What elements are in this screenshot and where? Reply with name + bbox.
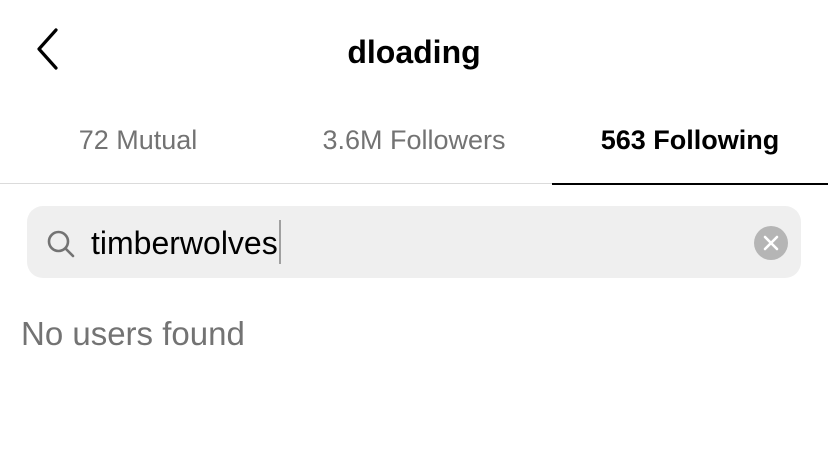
tab-followers[interactable]: 3.6M Followers (276, 112, 552, 184)
clear-search-button[interactable] (754, 226, 788, 260)
follow-tabs: 72 Mutual 3.6M Followers 563 Following (0, 112, 828, 185)
tab-mutual[interactable]: 72 Mutual (0, 112, 276, 184)
page-title: dloading (347, 34, 481, 70)
tab-following[interactable]: 563 Following (552, 112, 828, 185)
clear-icon (763, 235, 779, 251)
top-bar: dloading (0, 0, 828, 100)
text-cursor (279, 220, 281, 264)
empty-results-message: No users found (21, 315, 245, 352)
search-input[interactable] (91, 222, 731, 264)
search-icon (46, 229, 76, 259)
